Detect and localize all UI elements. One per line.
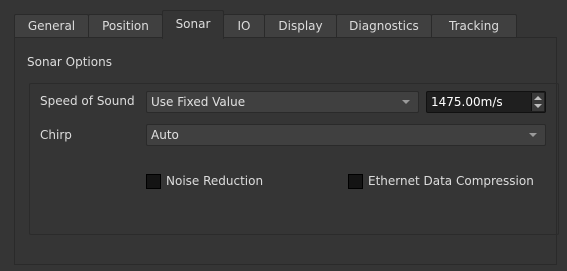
spin-down-icon[interactable] bbox=[534, 104, 542, 108]
group-title: Sonar Options bbox=[27, 55, 112, 69]
sonar-tab-panel: Sonar Options Speed of Sound Use Fixed V… bbox=[14, 37, 559, 265]
tab-diagnostics[interactable]: Diagnostics bbox=[336, 14, 432, 38]
tab-io[interactable]: IO bbox=[223, 14, 265, 38]
chirp-label: Chirp bbox=[40, 128, 72, 142]
speed-of-sound-mode-value: Use Fixed Value bbox=[151, 95, 246, 109]
chevron-down-icon bbox=[402, 100, 410, 104]
spin-up-icon[interactable] bbox=[534, 96, 542, 100]
tab-position[interactable]: Position bbox=[88, 14, 163, 38]
tab-label: Diagnostics bbox=[349, 19, 419, 33]
tab-display[interactable]: Display bbox=[264, 14, 337, 38]
tab-general[interactable]: General bbox=[14, 14, 89, 38]
chirp-value: Auto bbox=[151, 128, 179, 142]
checkbox-box[interactable] bbox=[146, 174, 161, 189]
speed-of-sound-mode-select[interactable]: Use Fixed Value bbox=[146, 91, 419, 113]
speed-of-sound-input[interactable]: 1475.00m/s bbox=[426, 91, 546, 113]
speed-of-sound-label: Speed of Sound bbox=[40, 94, 135, 108]
chirp-select[interactable]: Auto bbox=[146, 124, 546, 146]
tab-label: IO bbox=[237, 19, 251, 33]
chevron-down-icon bbox=[529, 133, 537, 137]
tab-label: Position bbox=[102, 19, 149, 33]
tab-bar: General Position Sonar IO Display Diagno… bbox=[14, 10, 557, 39]
tab-tracking[interactable]: Tracking bbox=[431, 14, 517, 38]
tab-sonar[interactable]: Sonar bbox=[162, 10, 224, 39]
noise-reduction-label: Noise Reduction bbox=[166, 174, 264, 188]
tab-label: Tracking bbox=[449, 19, 499, 33]
spin-arrows-icon[interactable] bbox=[531, 93, 544, 111]
tab-label: Sonar bbox=[175, 17, 211, 31]
speed-of-sound-value: 1475.00m/s bbox=[431, 95, 503, 109]
checkbox-box[interactable] bbox=[348, 174, 363, 189]
sonar-options-group: Speed of Sound Use Fixed Value 1475.00m/… bbox=[29, 83, 559, 235]
ethernet-compression-label: Ethernet Data Compression bbox=[368, 174, 534, 188]
tab-label: General bbox=[27, 19, 76, 33]
tab-label: Display bbox=[278, 19, 323, 33]
